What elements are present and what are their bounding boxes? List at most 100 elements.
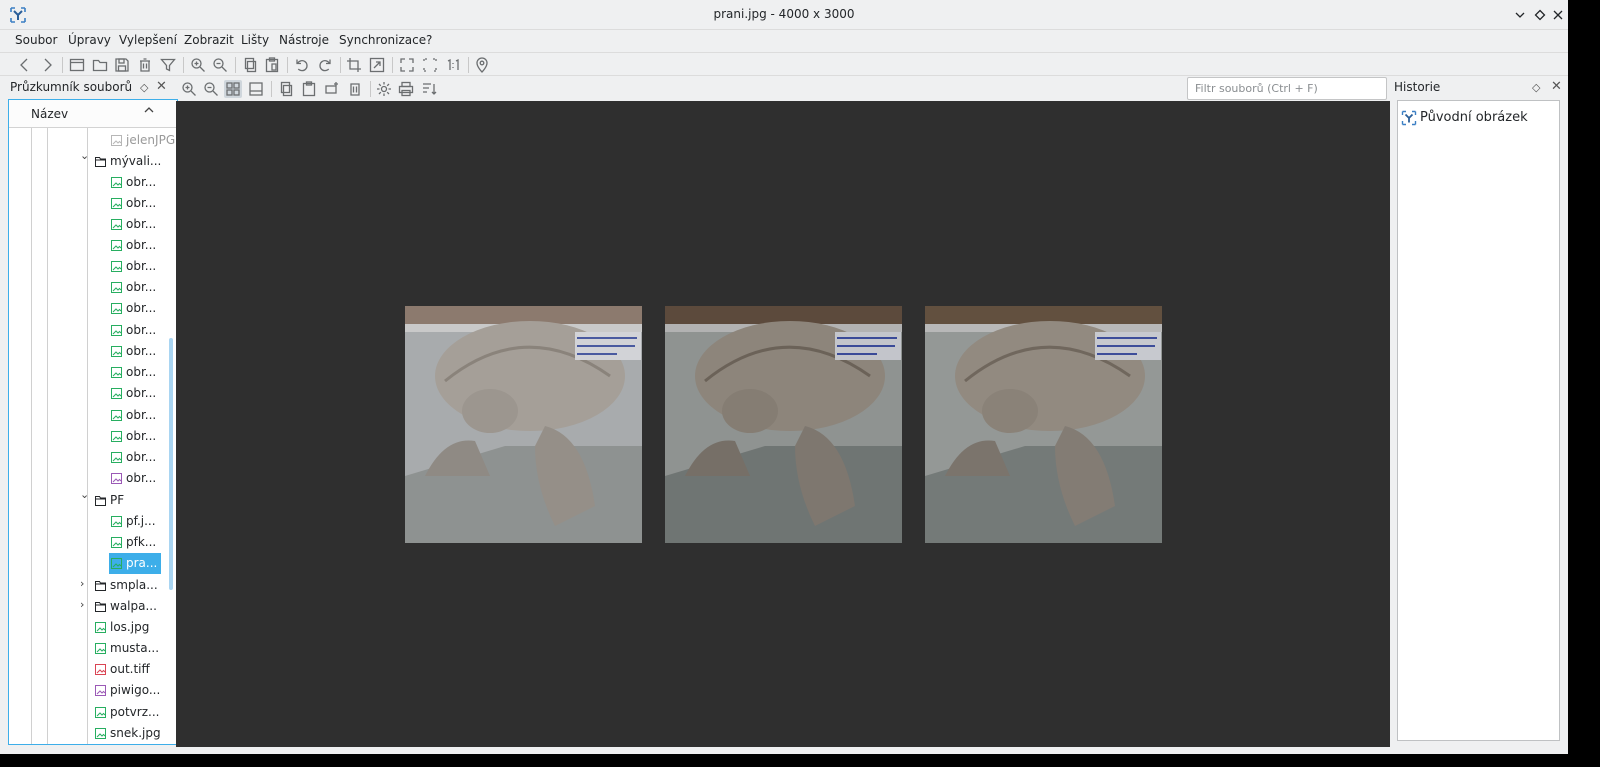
tree-file-item[interactable]: obr... <box>9 277 177 298</box>
tree-file-item[interactable]: obr... <box>9 235 177 256</box>
zoom-out-icon[interactable] <box>202 80 220 98</box>
image-file-icon <box>111 516 122 527</box>
grid-view-icon[interactable] <box>224 80 242 98</box>
tree-item-label: obr... <box>126 344 157 358</box>
tree-file-item[interactable]: pra... <box>9 553 177 574</box>
tree-item-label: obr... <box>126 301 157 315</box>
crop-icon[interactable] <box>345 56 363 74</box>
print-icon[interactable] <box>397 80 415 98</box>
save-icon[interactable] <box>113 56 131 74</box>
chevron-down-icon[interactable]: ⌄ <box>80 488 89 501</box>
tree-scrollbar[interactable] <box>169 338 173 590</box>
image-file-icon <box>111 388 122 399</box>
tree-file-item[interactable]: out.tiff <box>9 659 177 680</box>
menu-upravy[interactable]: Úpravy <box>68 33 111 47</box>
copy-file-icon[interactable] <box>277 80 295 98</box>
main-toolbar <box>0 52 1568 76</box>
actual-size-icon[interactable] <box>444 56 462 74</box>
minimize-icon[interactable] <box>1512 7 1528 23</box>
tree-file-item[interactable]: obr... <box>9 256 177 277</box>
image-file-icon <box>111 452 122 463</box>
sort-icon[interactable] <box>420 80 438 98</box>
tree-file-item[interactable]: los.jpg <box>9 617 177 638</box>
open-folder-icon[interactable] <box>91 56 109 74</box>
open-window-icon[interactable] <box>68 56 86 74</box>
trash-icon[interactable] <box>346 80 364 98</box>
forward-icon[interactable] <box>38 56 56 74</box>
close-panel-icon[interactable]: ✕ <box>156 79 167 94</box>
paste-file-icon[interactable] <box>300 80 318 98</box>
sort-ascending-icon[interactable] <box>143 104 155 120</box>
tree-file-item[interactable]: jelenJPG <box>9 130 177 151</box>
settings-icon[interactable] <box>375 80 393 98</box>
tree-file-item[interactable]: obr... <box>9 341 177 362</box>
fullscreen-icon[interactable] <box>398 56 416 74</box>
maximize-icon[interactable] <box>1532 7 1548 23</box>
image-file-icon <box>95 643 106 654</box>
tree-file-item[interactable]: obr... <box>9 298 177 319</box>
tree-file-item[interactable]: piwigo... <box>9 680 177 701</box>
tree-item-label: pfk... <box>126 535 157 549</box>
float-panel-icon[interactable]: ◇ <box>140 81 148 94</box>
menu-help[interactable]: ? <box>426 33 432 47</box>
chevron-right-icon[interactable]: › <box>80 598 84 611</box>
tree-file-item[interactable]: pf.j... <box>9 511 177 532</box>
image-file-icon <box>111 410 122 421</box>
close-icon[interactable] <box>1550 7 1566 23</box>
image-file-icon <box>95 728 106 739</box>
tree-folder-item[interactable]: › smpla... <box>9 575 177 596</box>
tree-file-item[interactable]: snek.jpg <box>9 723 177 744</box>
image-viewer-canvas[interactable] <box>176 101 1390 747</box>
tree-file-item[interactable]: potvrz... <box>9 702 177 723</box>
tree-file-item[interactable]: obr... <box>9 362 177 383</box>
tree-item-label: piwigo... <box>110 683 161 697</box>
menu-listy[interactable]: Lišty <box>241 33 269 47</box>
move-file-icon[interactable] <box>323 80 341 98</box>
chevron-right-icon[interactable]: › <box>80 577 84 590</box>
tree-folder-item[interactable]: ⌄ PF <box>9 488 177 511</box>
image-file-icon <box>111 431 122 442</box>
rotate-right-icon[interactable] <box>316 56 334 74</box>
menu-vylepseni[interactable]: Vylepšení <box>119 33 177 47</box>
close-panel-icon[interactable]: ✕ <box>1551 79 1562 94</box>
tree-column-header[interactable]: Název <box>9 100 177 128</box>
menu-nastroje[interactable]: Nástroje <box>279 33 329 47</box>
delete-icon[interactable] <box>136 56 154 74</box>
file-tree[interactable]: Název jelenJPG ⌄ mývali... obr... obr... obr.… <box>8 99 178 745</box>
tree-folder-item[interactable]: › walpa... <box>9 596 177 617</box>
image-thumbnail[interactable] <box>665 306 902 543</box>
file-filter-input[interactable]: Filtr souborů (Ctrl + F) <box>1187 77 1387 100</box>
zoom-in-icon[interactable] <box>180 80 198 98</box>
image-thumbnail[interactable] <box>405 306 642 543</box>
tree-file-item[interactable]: pfk... <box>9 532 177 553</box>
back-icon[interactable] <box>16 56 34 74</box>
fit-window-icon[interactable] <box>421 56 439 74</box>
menu-zobrazit[interactable]: Zobrazit <box>184 33 234 47</box>
tree-file-item[interactable]: obr... <box>9 468 177 489</box>
tree-folder-item[interactable]: ⌄ mývali... <box>9 149 177 172</box>
zoom-out-icon[interactable] <box>211 56 229 74</box>
tree-file-item[interactable]: obr... <box>9 405 177 426</box>
image-thumbnail[interactable] <box>925 306 1162 543</box>
tree-file-item[interactable]: obr... <box>9 193 177 214</box>
tree-file-item[interactable]: obr... <box>9 214 177 235</box>
tree-file-item[interactable]: obr... <box>9 172 177 193</box>
tree-file-item[interactable]: musta... <box>9 638 177 659</box>
menu-soubor[interactable]: Soubor <box>15 33 57 47</box>
rotate-left-icon[interactable] <box>293 56 311 74</box>
menu-synchronizace[interactable]: Synchronizace <box>339 33 426 47</box>
chevron-down-icon[interactable]: ⌄ <box>80 149 89 162</box>
zoom-in-icon[interactable] <box>189 56 207 74</box>
paste-icon[interactable] <box>263 56 281 74</box>
tree-file-item[interactable]: obr... <box>9 320 177 341</box>
tree-file-item[interactable]: obr... <box>9 447 177 468</box>
resize-icon[interactable] <box>368 56 386 74</box>
single-view-icon[interactable] <box>247 80 265 98</box>
location-pin-icon[interactable] <box>473 56 491 74</box>
tree-item-label: obr... <box>126 280 157 294</box>
filter-icon[interactable] <box>159 56 177 74</box>
float-panel-icon[interactable]: ◇ <box>1532 81 1540 94</box>
copy-icon[interactable] <box>241 56 259 74</box>
tree-file-item[interactable]: obr... <box>9 426 177 447</box>
tree-file-item[interactable]: obr... <box>9 383 177 404</box>
